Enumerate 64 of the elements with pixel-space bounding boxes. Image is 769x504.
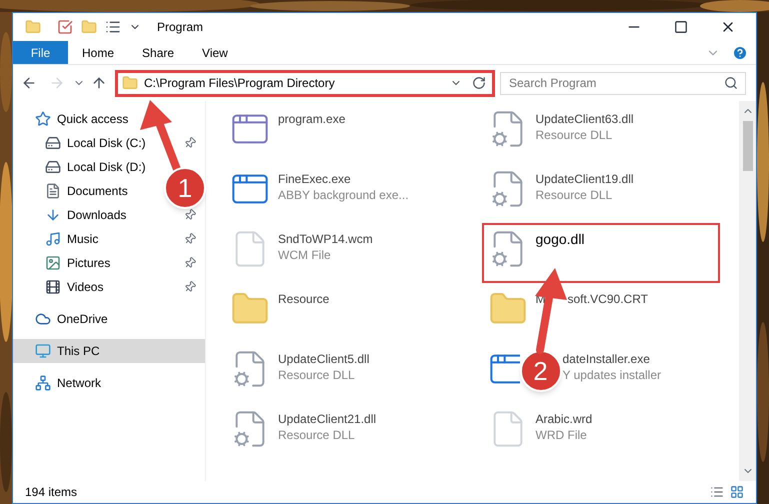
file-name: UpdateClient63.dll [536, 111, 634, 127]
file-type: ABBY background exe... [278, 187, 409, 203]
nav-item[interactable]: Network [35, 374, 102, 392]
cloud-icon [35, 311, 51, 327]
search-field[interactable]: Search Program [500, 72, 746, 94]
nav-item[interactable]: Downloads [45, 206, 126, 224]
file-name: FineExec.exe [278, 171, 351, 187]
drive-icon [45, 135, 61, 151]
nav-item[interactable]: Local Disk (D:) [45, 158, 146, 176]
file-name: Resource [278, 291, 330, 307]
monitor-icon [35, 343, 51, 359]
item-count: 194 items [25, 484, 78, 501]
star-icon [35, 111, 51, 127]
music-note-icon [45, 231, 61, 247]
file-tab[interactable]: File [13, 41, 68, 64]
nav-item[interactable]: Local Disk (C:) [45, 134, 146, 152]
file-type: Resource DLL [278, 427, 356, 443]
file-name: program.exe [278, 111, 346, 127]
nav-item[interactable]: Videos [45, 278, 104, 296]
address-path: C:\Program Files\Program Directory [144, 75, 335, 92]
nav-item[interactable]: This PC [35, 342, 100, 360]
file-name: UpdateClient5.dll [278, 351, 370, 367]
file-type: Resource DLL [536, 187, 614, 203]
help-icon[interactable] [732, 44, 748, 60]
properties-icon[interactable] [57, 19, 73, 35]
ribbon-tab[interactable]: View [188, 41, 242, 64]
file-name: UpdateClient19.dll [536, 171, 634, 187]
step-badge: 2 [520, 350, 562, 392]
file-type: Y updates installer [562, 367, 662, 383]
file-name: UpdateClient21.dll [278, 411, 376, 427]
ribbon-tab[interactable]: Share [128, 41, 188, 64]
nav-item[interactable]: Documents [45, 182, 128, 200]
file-type: Resource DLL [536, 127, 614, 143]
search-icon[interactable] [724, 76, 738, 90]
picture-icon [45, 255, 61, 271]
document-icon [45, 183, 61, 199]
nav-item[interactable]: Pictures [45, 254, 110, 272]
file-name: SndToWP14.wcm [278, 231, 373, 247]
ribbon-tab[interactable]: Home [68, 41, 128, 64]
drive-icon [45, 159, 61, 175]
film-icon [45, 279, 61, 295]
details-view-icon[interactable] [710, 485, 724, 499]
file-name: gogo.dll [536, 231, 585, 247]
file-type: WCM File [278, 247, 332, 263]
scrollbar[interactable] [739, 101, 756, 481]
nav-item[interactable]: Music [45, 230, 98, 248]
network-icon [35, 375, 51, 391]
view-icon[interactable] [105, 19, 121, 35]
address-bar[interactable]: C:\Program Files\Program Directory [115, 70, 495, 96]
file-type: Resource DLL [278, 367, 356, 383]
scroll-thumb[interactable] [742, 121, 752, 171]
refresh-icon[interactable] [472, 76, 486, 90]
nav-item[interactable]: Quick access [35, 110, 128, 128]
file-name: Arabic.wrd [536, 411, 592, 427]
tiles-view-icon[interactable] [730, 485, 744, 499]
up-icon[interactable] [91, 75, 107, 91]
maximize-icon[interactable] [674, 20, 688, 34]
window-title: Program [157, 19, 204, 36]
file-name: dateInstaller.exe [562, 351, 650, 367]
folder-icon [122, 75, 138, 91]
file-type: WRD File [536, 427, 588, 443]
nav-item[interactable]: OneDrive [35, 310, 108, 328]
back-icon[interactable] [21, 75, 37, 91]
file-name: soft.VC90.CRT [568, 291, 648, 307]
